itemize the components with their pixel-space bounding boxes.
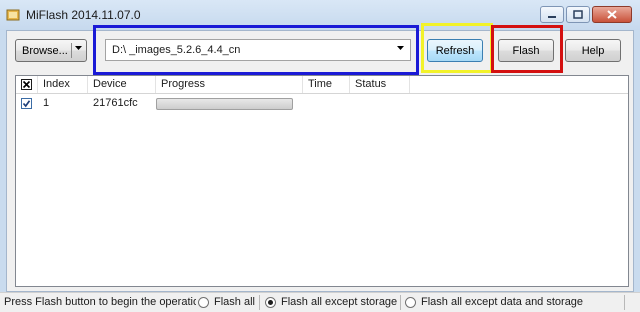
- radio-flash-all-except-data-and-storage[interactable]: Flash all except data and storage: [405, 296, 583, 308]
- miflash-app-icon: [6, 9, 20, 21]
- row-device-id: 21761cfc: [93, 97, 138, 109]
- chevron-down-icon[interactable]: [75, 46, 82, 51]
- checkmark-icon: [22, 100, 31, 108]
- radio-flash-all-label: Flash all: [214, 296, 255, 308]
- refresh-button[interactable]: Refresh: [427, 39, 483, 62]
- row-progress-bar: [156, 98, 293, 110]
- row-index: 1: [43, 97, 50, 109]
- radio-button-icon[interactable]: [405, 296, 416, 308]
- window-title: MiFlash 2014.11.07.0: [26, 8, 141, 22]
- close-button[interactable]: [592, 6, 632, 23]
- firmware-path-combobox[interactable]: D:\ _images_5.2.6_4.4_cn: [105, 39, 411, 61]
- radio-button-icon[interactable]: [198, 296, 209, 308]
- column-header-progress[interactable]: Progress: [156, 76, 303, 93]
- status-bar: Press Flash button to begin the operatio…: [0, 292, 640, 312]
- firmware-path-value: D:\ _images_5.2.6_4.4_cn: [112, 44, 241, 56]
- radio-flash-all-except-data-and-storage-label: Flash all except data and storage: [421, 296, 584, 308]
- device-list[interactable]: Index Device Progress Time Status 1 2176…: [15, 75, 629, 287]
- radio-flash-all-except-storage-label: Flash all except storage: [281, 296, 398, 308]
- chevron-down-icon[interactable]: [397, 46, 404, 51]
- close-icon: [607, 10, 617, 19]
- maximize-icon: [573, 10, 583, 19]
- minimize-button[interactable]: [540, 6, 564, 23]
- table-row[interactable]: 1 21761cfc: [16, 94, 628, 112]
- help-button[interactable]: Help: [565, 39, 621, 62]
- select-all-cell: [16, 76, 38, 93]
- row-checkbox[interactable]: [21, 98, 32, 109]
- status-message: Press Flash button to begin the operatio…: [4, 296, 196, 308]
- column-header-time[interactable]: Time: [303, 76, 350, 93]
- radio-flash-all-except-storage[interactable]: Flash all except storage: [265, 296, 397, 308]
- radio-button-icon[interactable]: [265, 296, 276, 308]
- flash-button[interactable]: Flash: [498, 39, 554, 62]
- main-panel: Browse... D:\ _images_5.2.6_4.4_cn Refre…: [6, 23, 634, 292]
- minimize-icon: [548, 15, 556, 18]
- browse-button-label: Browse...: [22, 44, 68, 57]
- column-header-status[interactable]: Status: [350, 76, 410, 93]
- checkbox-x-icon: [22, 80, 31, 89]
- column-header-device[interactable]: Device: [88, 76, 156, 93]
- device-list-header: Index Device Progress Time Status: [16, 76, 628, 94]
- select-all-checkbox[interactable]: [21, 79, 32, 90]
- radio-flash-all[interactable]: Flash all: [198, 296, 255, 308]
- column-header-index[interactable]: Index: [38, 76, 88, 93]
- browse-button[interactable]: Browse...: [15, 39, 87, 62]
- maximize-button[interactable]: [566, 6, 590, 23]
